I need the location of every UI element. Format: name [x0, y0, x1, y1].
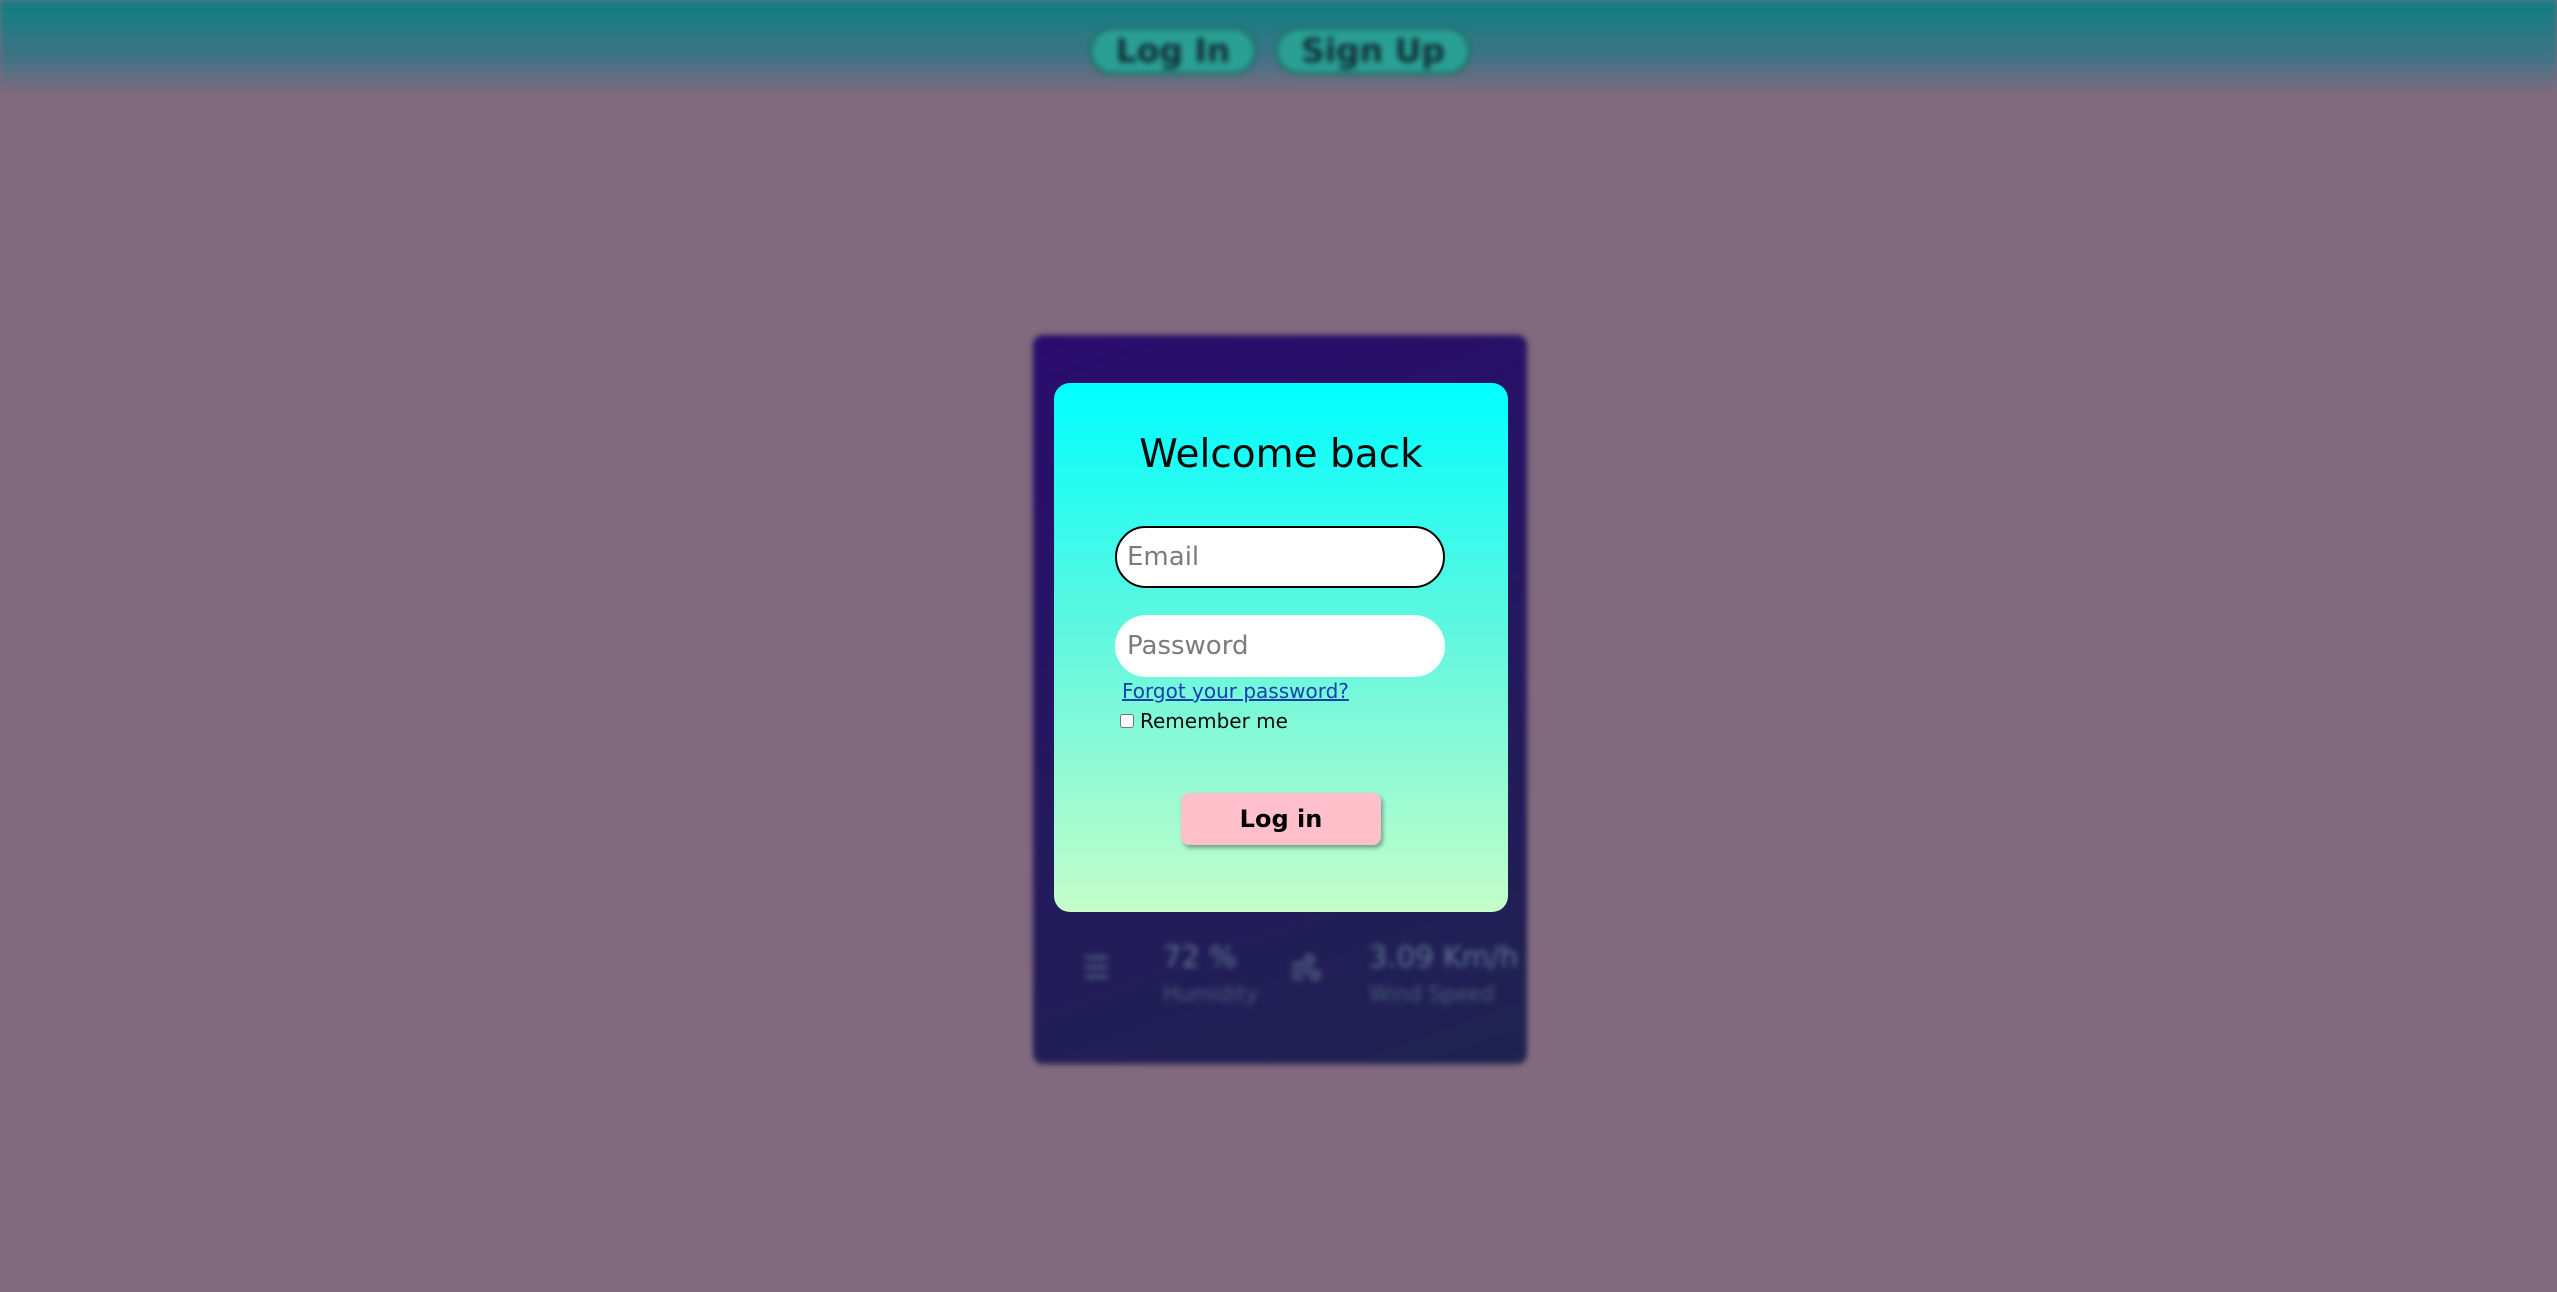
humidity-label: Humidity	[1163, 982, 1259, 1006]
humidity-icon: ☰	[1083, 951, 1110, 986]
forgot-password-link[interactable]: Forgot your password?	[1122, 679, 1349, 703]
humidity-value: 72 %	[1163, 940, 1237, 974]
login-submit-button[interactable]: Log in	[1181, 793, 1381, 845]
remember-me-checkbox[interactable]	[1120, 714, 1134, 728]
password-field[interactable]	[1115, 615, 1445, 677]
wind-label: Wind Speed	[1369, 982, 1495, 1006]
login-card: Welcome back Forgot your password? Remem…	[1054, 383, 1508, 912]
nav-signup-button[interactable]: Sign Up	[1275, 27, 1471, 75]
wind-value: 3.09 Km/h	[1369, 940, 1519, 974]
nav-login-button[interactable]: Log In	[1089, 27, 1257, 75]
wind-icon	[1289, 952, 1323, 986]
remember-me-label: Remember me	[1140, 709, 1288, 733]
remember-me-row[interactable]: Remember me	[1120, 709, 1288, 733]
top-nav-bar: Log In Sign Up	[0, 0, 2557, 95]
email-field[interactable]	[1115, 526, 1445, 588]
login-title: Welcome back	[1139, 432, 1423, 477]
